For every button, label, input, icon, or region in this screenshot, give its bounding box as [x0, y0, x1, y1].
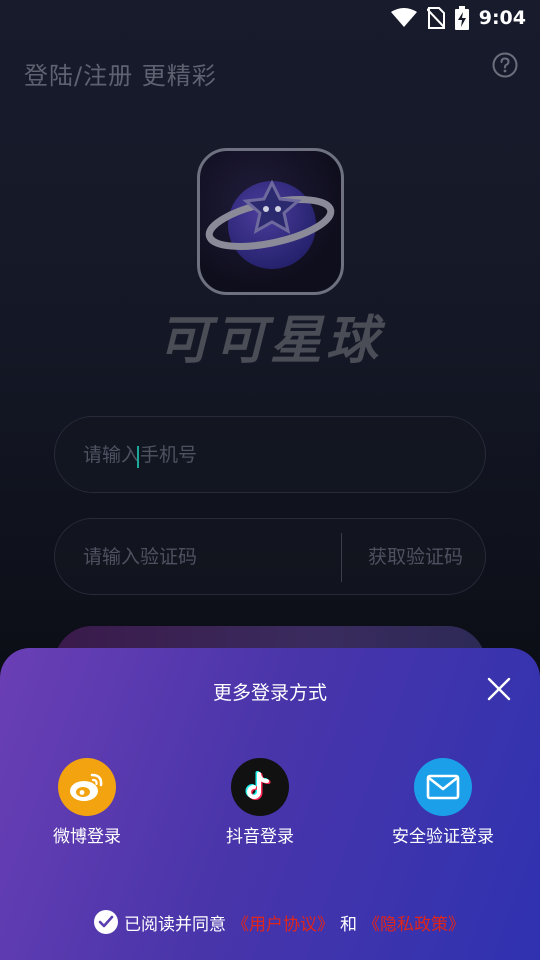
douyin-login-label: 抖音登录: [226, 827, 294, 847]
more-login-sheet: 更多登录方式 微博登录 抖音登录 安全验证登录 已阅读并同意 《用户协议》 和 …: [0, 648, 540, 960]
tiktok-icon: [245, 771, 271, 800]
phone-input[interactable]: [83, 443, 323, 466]
planet-logo-icon: [205, 179, 335, 269]
weibo-icon: [70, 773, 103, 801]
agreement-prefix: 已阅读并同意: [124, 914, 226, 935]
privacy-policy-link[interactable]: 《隐私政策》: [363, 910, 465, 935]
page-title: 登陆/注册 更精彩: [24, 62, 217, 90]
agreement-and: 和: [340, 914, 357, 935]
user-agreement-link[interactable]: 《用户协议》: [232, 910, 334, 935]
help-icon[interactable]: [492, 52, 518, 78]
close-icon[interactable]: [486, 676, 512, 702]
mail-icon: [426, 774, 460, 800]
code-input[interactable]: [83, 545, 323, 568]
no-sim-icon: [426, 7, 445, 29]
get-code-button[interactable]: 获取验证码: [368, 519, 463, 596]
tiktok-icon-circle: [231, 758, 289, 816]
secure-login-label: 安全验证登录: [392, 827, 494, 847]
mail-icon-circle: [414, 758, 472, 816]
status-bar: 9:04: [0, 0, 540, 36]
secure-login-option[interactable]: 安全验证登录: [373, 758, 513, 847]
agreement-checkbox[interactable]: [94, 910, 118, 934]
weibo-login-option[interactable]: 微博登录: [17, 758, 157, 847]
sheet-title: 更多登录方式: [212, 682, 327, 704]
battery-charging-icon: [454, 6, 469, 30]
field-divider: [341, 533, 342, 582]
app-logo: [197, 148, 344, 295]
phone-field[interactable]: [54, 416, 486, 493]
weibo-icon-circle: [58, 758, 116, 816]
wifi-icon: [390, 8, 417, 27]
verification-code-field[interactable]: 获取验证码: [54, 518, 486, 595]
app-name: 可可星球: [157, 311, 382, 371]
status-time: 9:04: [478, 7, 526, 29]
weibo-login-label: 微博登录: [53, 827, 121, 847]
text-caret: [137, 446, 139, 468]
douyin-login-option[interactable]: 抖音登录: [190, 758, 330, 847]
check-icon: [98, 915, 114, 928]
agreement-row: 已阅读并同意 《用户协议》 和 《隐私政策》: [94, 908, 465, 936]
